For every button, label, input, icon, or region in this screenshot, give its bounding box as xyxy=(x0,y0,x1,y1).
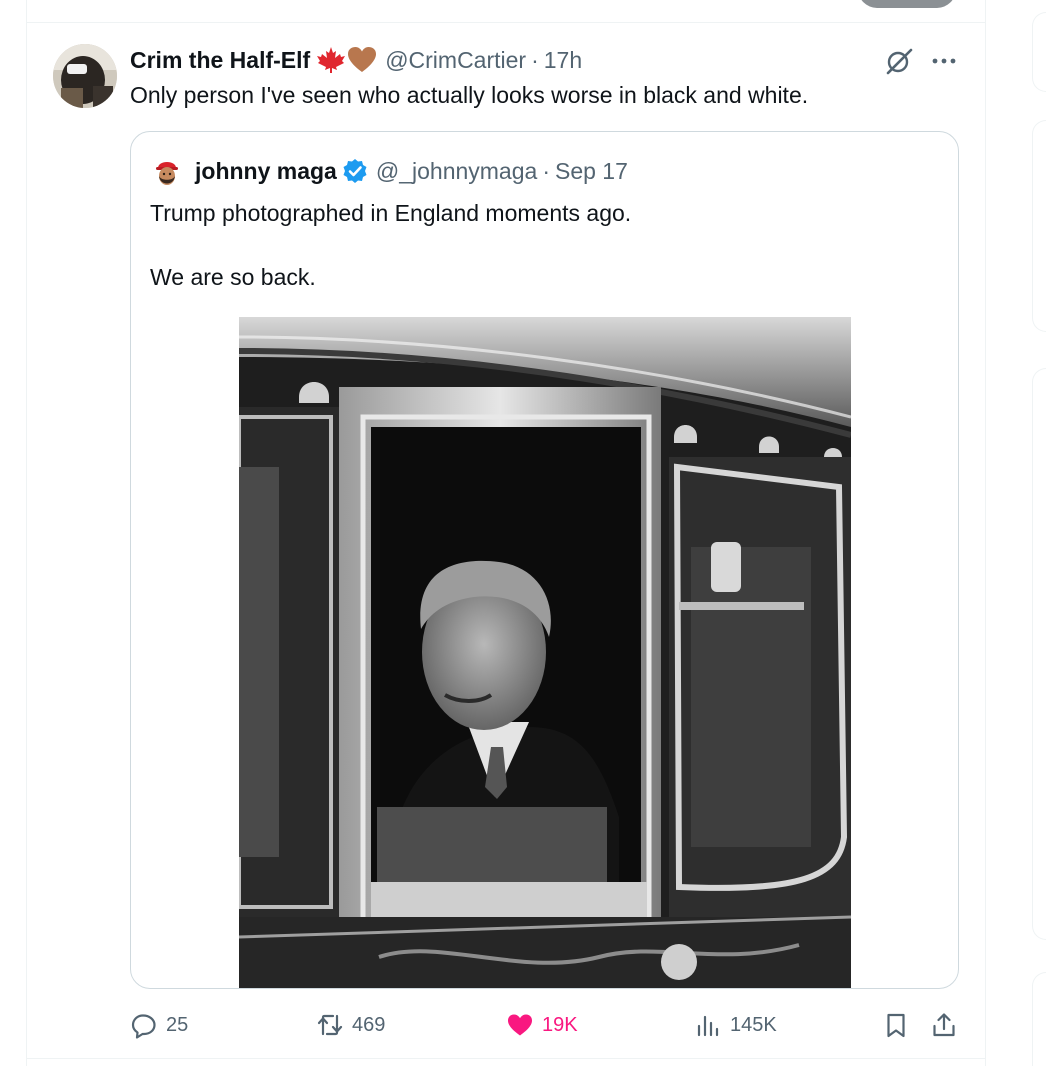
quote-author-name[interactable]: johnny maga xyxy=(195,158,337,185)
name-emojis xyxy=(316,46,377,74)
reply-button[interactable]: 25 xyxy=(130,1010,188,1040)
bookmark-icon xyxy=(887,1013,905,1038)
separator-dot: · xyxy=(531,46,539,73)
quote-text-line: Trump photographed in England moments ag… xyxy=(150,200,632,226)
like-button[interactable]: 19K xyxy=(506,1010,578,1040)
share-icon xyxy=(933,1013,955,1037)
more-options-icon[interactable] xyxy=(930,48,958,74)
separator-dot: · xyxy=(542,157,550,184)
quote-avatar[interactable] xyxy=(151,156,183,188)
quote-header: johnny maga @_johnnymaga · Sep 17 xyxy=(195,154,628,188)
views-count: 145K xyxy=(730,1013,777,1036)
analytics-icon xyxy=(697,1015,719,1037)
repost-button[interactable]: 469 xyxy=(316,1010,385,1040)
grok-icon[interactable] xyxy=(884,46,914,76)
verified-badge-icon[interactable] xyxy=(342,158,368,184)
repost-icon xyxy=(317,1014,343,1036)
bookmark-button[interactable] xyxy=(882,1010,910,1040)
quote-avatar-image xyxy=(156,162,178,185)
avatar[interactable] xyxy=(53,44,117,108)
share-button[interactable] xyxy=(930,1010,958,1040)
divider xyxy=(26,22,986,23)
sidebar-card-edge xyxy=(1032,12,1046,92)
brown-heart-icon xyxy=(348,47,377,72)
heart-filled-icon xyxy=(508,1014,532,1036)
quote-text-line: We are so back. xyxy=(150,264,316,290)
partial-button-top[interactable] xyxy=(858,0,956,8)
timestamp[interactable]: 17h xyxy=(544,47,582,74)
reply-count: 25 xyxy=(166,1013,189,1036)
reply-icon xyxy=(131,1014,156,1039)
sidebar-card-edge xyxy=(1032,120,1046,332)
views-button[interactable]: 145K xyxy=(694,1010,777,1040)
tweet-header: Crim the Half-Elf @CrimCartier · 17h xyxy=(130,44,582,76)
tweet-text: Only person I've seen who actually looks… xyxy=(130,82,809,108)
divider xyxy=(26,1058,986,1059)
carriage-photo-image xyxy=(239,317,851,988)
quoted-tweet[interactable]: johnny maga @_johnnymaga · Sep 17 Trump … xyxy=(130,131,959,989)
maple-leaf-icon xyxy=(317,47,346,73)
quote-photo[interactable] xyxy=(239,317,851,988)
author-handle[interactable]: @CrimCartier xyxy=(385,47,526,74)
sidebar-card-edge xyxy=(1032,972,1046,1066)
author-name[interactable]: Crim the Half-Elf xyxy=(130,47,310,74)
quote-date[interactable]: Sep 17 xyxy=(555,158,628,185)
repost-count: 469 xyxy=(352,1013,386,1036)
avatar-image xyxy=(53,44,117,108)
sidebar-card-edge xyxy=(1032,368,1046,940)
quote-author-handle[interactable]: @_johnnymaga xyxy=(376,158,537,185)
like-count: 19K xyxy=(542,1013,578,1036)
